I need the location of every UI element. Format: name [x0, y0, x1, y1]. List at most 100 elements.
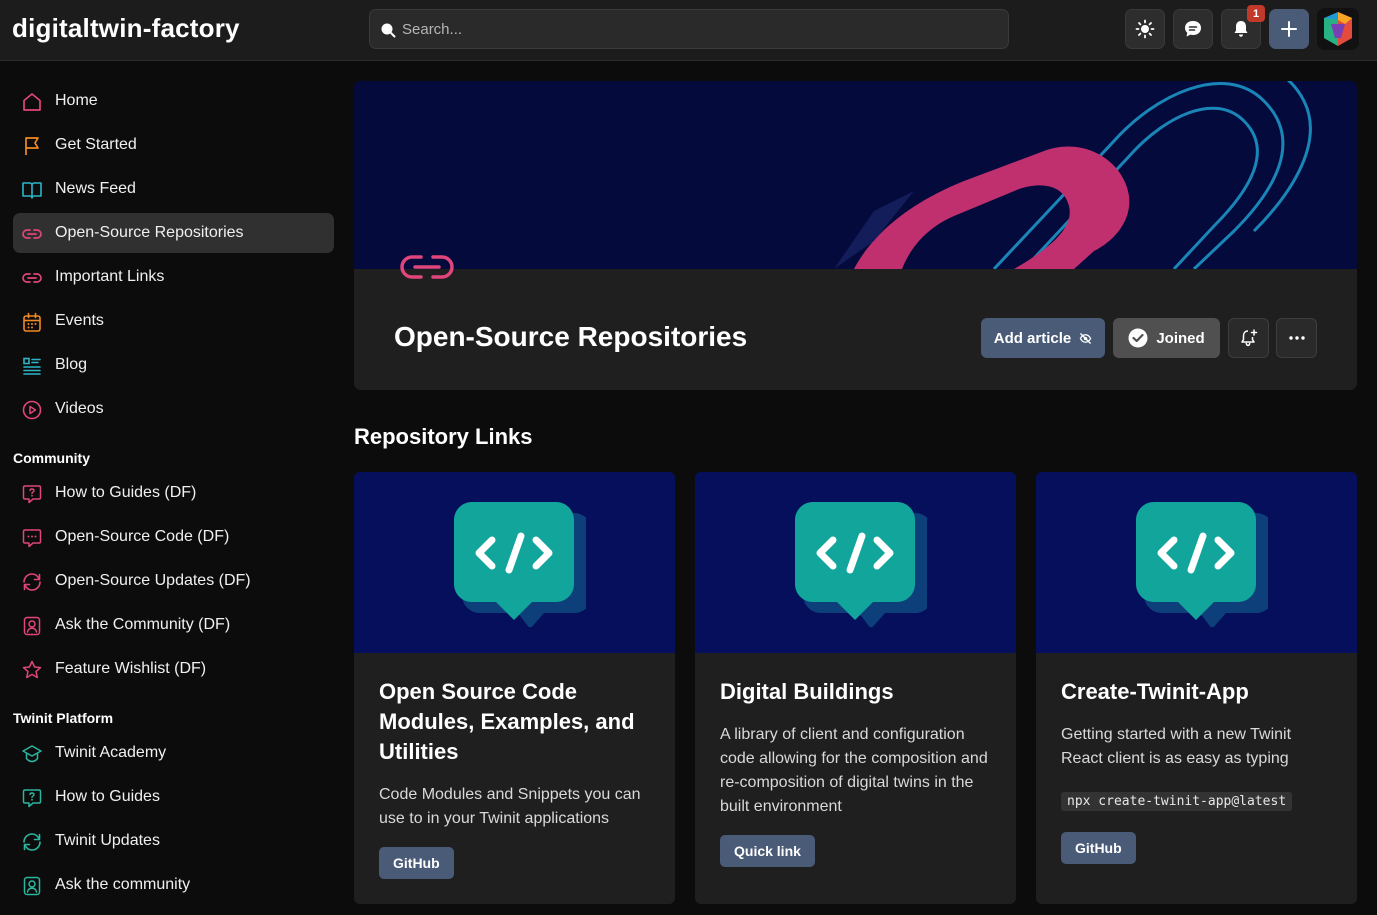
home-icon: [21, 91, 43, 113]
card-title: Open Source Code Modules, Examples, and …: [379, 679, 635, 764]
card-image: [1036, 472, 1357, 653]
code-bubble-icon: [454, 502, 586, 627]
sidebar-item-ask-the-community[interactable]: Ask the community: [13, 865, 334, 905]
bell-icon: [1231, 19, 1251, 39]
flag-icon: [21, 135, 43, 157]
repository-card[interactable]: Open Source Code Modules, Examples, and …: [354, 472, 675, 904]
calendar-icon: [21, 311, 43, 333]
sidebar-item-label: Open-Source Code (DF): [55, 528, 230, 545]
sidebar-item-label: Important Links: [55, 268, 165, 285]
bell-plus-icon: [1239, 328, 1259, 348]
chat-icon: [1183, 19, 1203, 39]
sidebar-item-label: Open-Source Updates (DF): [55, 572, 251, 589]
refresh-icon: [21, 831, 43, 853]
joined-button[interactable]: Joined: [1113, 318, 1220, 358]
sidebar-item-label: Twinit Updates: [55, 832, 160, 849]
check-circle-icon: [1128, 328, 1148, 348]
sidebar-item-label: Events: [55, 312, 104, 329]
sidebar-item-open-source-repositories[interactable]: Open-Source Repositories: [13, 213, 334, 253]
sidebar-item-feature-wishlist-df[interactable]: Feature Wishlist (DF): [13, 649, 334, 689]
more-options-button[interactable]: [1276, 318, 1317, 358]
sidebar-item-home[interactable]: Home: [13, 81, 334, 121]
sidebar-item-how-to-guides-df[interactable]: How to Guides (DF): [13, 473, 334, 513]
card-description: Code Modules and Snippets you can use to…: [379, 786, 641, 827]
sidebar-item-videos[interactable]: Videos: [13, 389, 334, 429]
create-button[interactable]: [1269, 9, 1309, 49]
repository-card[interactable]: Create-Twinit-App Getting started with a…: [1036, 472, 1357, 904]
code-bubble-icon: [795, 502, 927, 627]
sidebar-item-important-links[interactable]: Important Links: [13, 257, 334, 297]
card-image: [695, 472, 1016, 653]
chat-bubble-icon: [21, 527, 43, 549]
sidebar: Home Get Started News Feed Open-Source R…: [0, 61, 345, 915]
sun-icon: [1135, 19, 1155, 39]
sidebar-item-label: Ask the community: [55, 876, 191, 893]
github-button[interactable]: GitHub: [1061, 832, 1136, 864]
code-snippet: npx create-twinit-app@latest: [1061, 792, 1293, 811]
sidebar-item-label: Open-Source Repositories: [55, 224, 244, 241]
card-description: A library of client and configuration co…: [720, 726, 988, 815]
add-article-button[interactable]: Add article: [981, 318, 1105, 358]
space-banner-image: [354, 81, 1357, 269]
sidebar-item-get-started[interactable]: Get Started: [13, 125, 334, 165]
sidebar-item-label: Home: [55, 92, 98, 109]
link-icon: [21, 267, 43, 289]
quick-link-button[interactable]: Quick link: [720, 835, 815, 867]
search-bar[interactable]: [369, 9, 1009, 49]
sidebar-item-label: Get Started: [55, 136, 137, 153]
sidebar-item-label: Feature Wishlist (DF): [55, 660, 207, 677]
graduation-cap-icon: [21, 743, 43, 765]
user-avatar[interactable]: [1317, 8, 1359, 50]
book-open-icon: [21, 179, 43, 201]
card-title: Digital Buildings: [720, 679, 894, 704]
sidebar-item-label: How to Guides: [55, 788, 160, 805]
sidebar-item-label: Ask the Community (DF): [55, 616, 231, 633]
section-heading: Repository Links: [354, 424, 533, 449]
theme-toggle-button[interactable]: [1125, 9, 1165, 49]
sidebar-item-ask-the-community-df[interactable]: Ask the Community (DF): [13, 605, 334, 645]
notification-count-badge: 1: [1247, 5, 1265, 22]
ellipsis-icon: [1288, 335, 1306, 341]
link-icon: [21, 223, 43, 245]
sidebar-item-blog[interactable]: Blog: [13, 345, 334, 385]
github-button[interactable]: GitHub: [379, 847, 454, 879]
play-circle-icon: [21, 399, 43, 421]
sidebar-item-twinit-academy[interactable]: Twinit Academy: [13, 733, 334, 773]
follow-notifications-button[interactable]: [1228, 318, 1269, 358]
person-icon: [21, 875, 43, 897]
chat-button[interactable]: [1173, 9, 1213, 49]
sidebar-item-label: How to Guides (DF): [55, 484, 197, 501]
person-icon: [21, 615, 43, 637]
question-bubble-icon: [21, 483, 43, 505]
card-image: [354, 472, 675, 653]
page-title: Open-Source Repositories: [394, 321, 748, 352]
twinit-platform-section-title: Twinit Platform: [13, 710, 114, 726]
card-title: Create-Twinit-App: [1061, 679, 1249, 704]
space-header-card: Open-Source Repositories Add article Joi…: [354, 81, 1357, 390]
joined-label: Joined: [1156, 329, 1205, 347]
search-input[interactable]: [402, 10, 992, 48]
question-bubble-icon: [21, 787, 43, 809]
plus-icon: [1280, 20, 1298, 38]
sidebar-item-news-feed[interactable]: News Feed: [13, 169, 334, 209]
sidebar-item-label: News Feed: [55, 180, 136, 197]
repository-card[interactable]: Digital Buildings A library of client an…: [695, 472, 1016, 904]
sidebar-item-twinit-updates[interactable]: Twinit Updates: [13, 821, 334, 861]
search-icon: [380, 22, 396, 38]
sidebar-item-open-source-updates-df[interactable]: Open-Source Updates (DF): [13, 561, 334, 601]
site-logo[interactable]: digitaltwin-factory: [12, 13, 240, 44]
community-section-title: Community: [13, 450, 90, 466]
top-bar: digitaltwin-factory 1: [0, 0, 1377, 61]
add-article-label: Add article: [993, 329, 1072, 347]
star-icon: [21, 659, 43, 681]
refresh-icon: [21, 571, 43, 593]
sidebar-item-label: Videos: [55, 400, 104, 417]
sidebar-item-label: Blog: [55, 356, 88, 373]
eye-off-icon: [1079, 332, 1092, 345]
card-description: Getting started with a new Twinit React …: [1061, 726, 1292, 767]
sidebar-item-label: Twinit Academy: [55, 744, 167, 761]
sidebar-item-events[interactable]: Events: [13, 301, 334, 341]
code-bubble-icon: [1136, 502, 1268, 627]
sidebar-item-how-to-guides[interactable]: How to Guides: [13, 777, 334, 817]
sidebar-item-open-source-code-df[interactable]: Open-Source Code (DF): [13, 517, 334, 557]
